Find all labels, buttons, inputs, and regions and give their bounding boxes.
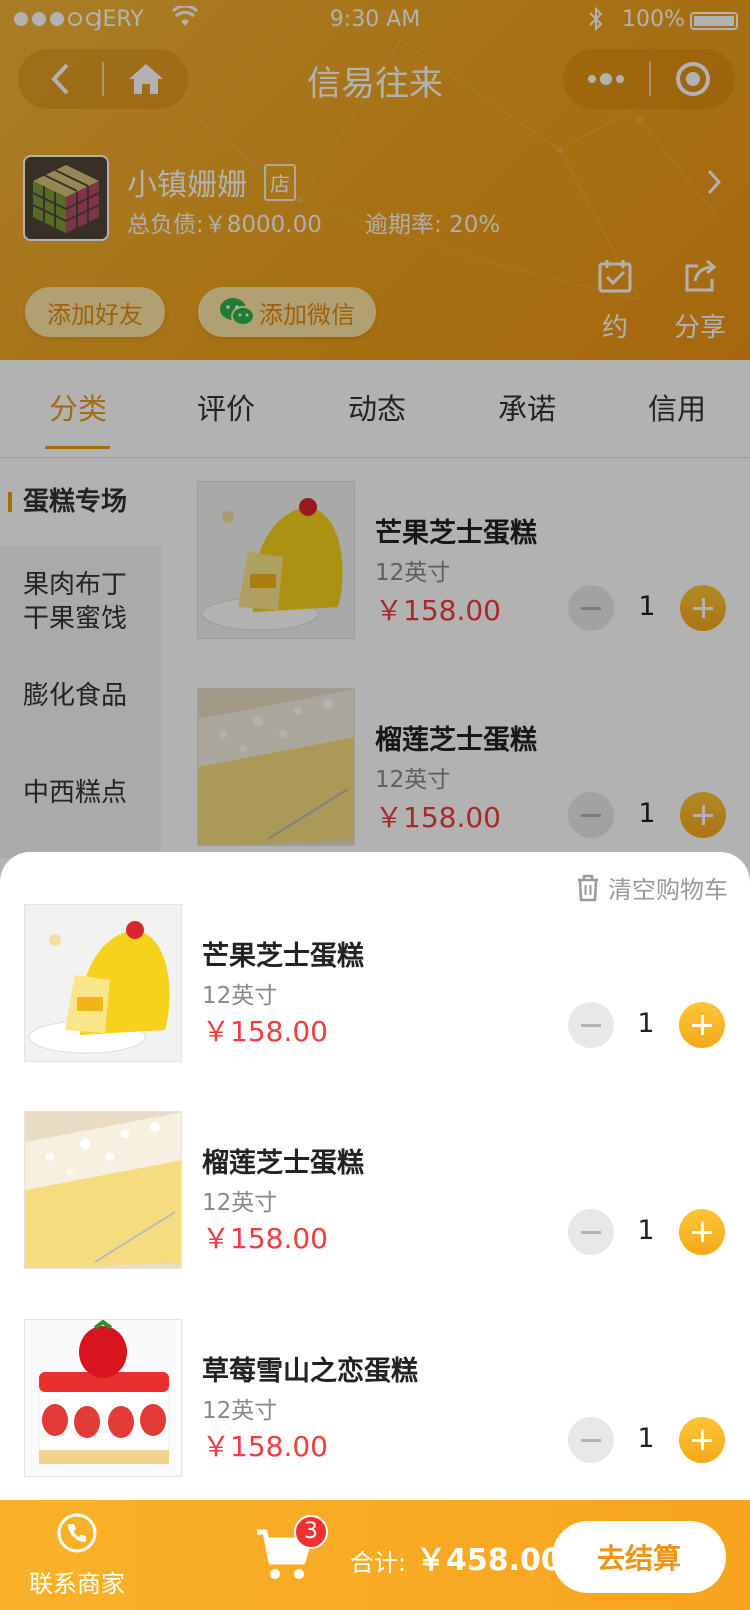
increase-quantity-button[interactable] <box>679 1417 725 1463</box>
cart-item-image-durian-cake <box>24 1111 182 1269</box>
cart-panel: 清空购物车 芒果芝士蛋糕 12英寸 ￥158.00 1 榴莲芝士蛋糕 12英寸 … <box>0 852 750 1500</box>
phone-icon <box>57 1513 97 1553</box>
cart-item-price: ￥158.00 <box>202 1430 328 1463</box>
increase-quantity-button[interactable] <box>679 1209 725 1255</box>
cart-item-size: 12英寸 <box>202 1190 278 1216</box>
cart-item-price: ￥158.00 <box>202 1222 328 1255</box>
total-label: 合计: <box>350 1549 407 1577</box>
cart-item: 榴莲芝士蛋糕 12英寸 ￥158.00 1 <box>0 1111 750 1271</box>
cart-item-image-strawberry-cake <box>24 1319 182 1477</box>
clear-cart-button[interactable]: 清空购物车 <box>576 870 728 905</box>
decrease-quantity-button[interactable] <box>568 1002 614 1048</box>
contact-merchant-button[interactable]: 联系商家 <box>22 1512 132 1599</box>
cart-item-name: 芒果芝士蛋糕 <box>202 941 364 972</box>
quantity-value: 1 <box>637 1215 655 1246</box>
cart-count-badge: 3 <box>294 1515 328 1549</box>
cart-item: 芒果芝士蛋糕 12英寸 ￥158.00 1 <box>0 904 750 1064</box>
clear-cart-label: 清空购物车 <box>608 876 728 904</box>
trash-icon <box>578 874 598 901</box>
increase-quantity-button[interactable] <box>679 1002 725 1048</box>
checkout-button[interactable]: 去结算 <box>552 1521 726 1593</box>
decrease-quantity-button[interactable] <box>568 1417 614 1463</box>
cart-item-size: 12英寸 <box>202 1398 278 1424</box>
quantity-value: 1 <box>637 1423 655 1454</box>
checkout-bar: 联系商家 3 合计: ￥458.00 去结算 <box>0 1500 750 1610</box>
total-amount: ￥458.00 <box>416 1543 562 1578</box>
cart-item: 草莓雪山之恋蛋糕 12英寸 ￥158.00 1 <box>0 1319 750 1479</box>
decrease-quantity-button[interactable] <box>568 1209 614 1255</box>
quantity-value: 1 <box>637 1008 655 1039</box>
contact-merchant-label: 联系商家 <box>29 1570 125 1598</box>
cart-item-name: 草莓雪山之恋蛋糕 <box>202 1356 418 1387</box>
cart-item-size: 12英寸 <box>202 983 278 1009</box>
cart-item-image-mango-cake <box>24 904 182 1062</box>
cart-item-name: 榴莲芝士蛋糕 <box>202 1148 364 1179</box>
cart-item-price: ￥158.00 <box>202 1015 328 1048</box>
